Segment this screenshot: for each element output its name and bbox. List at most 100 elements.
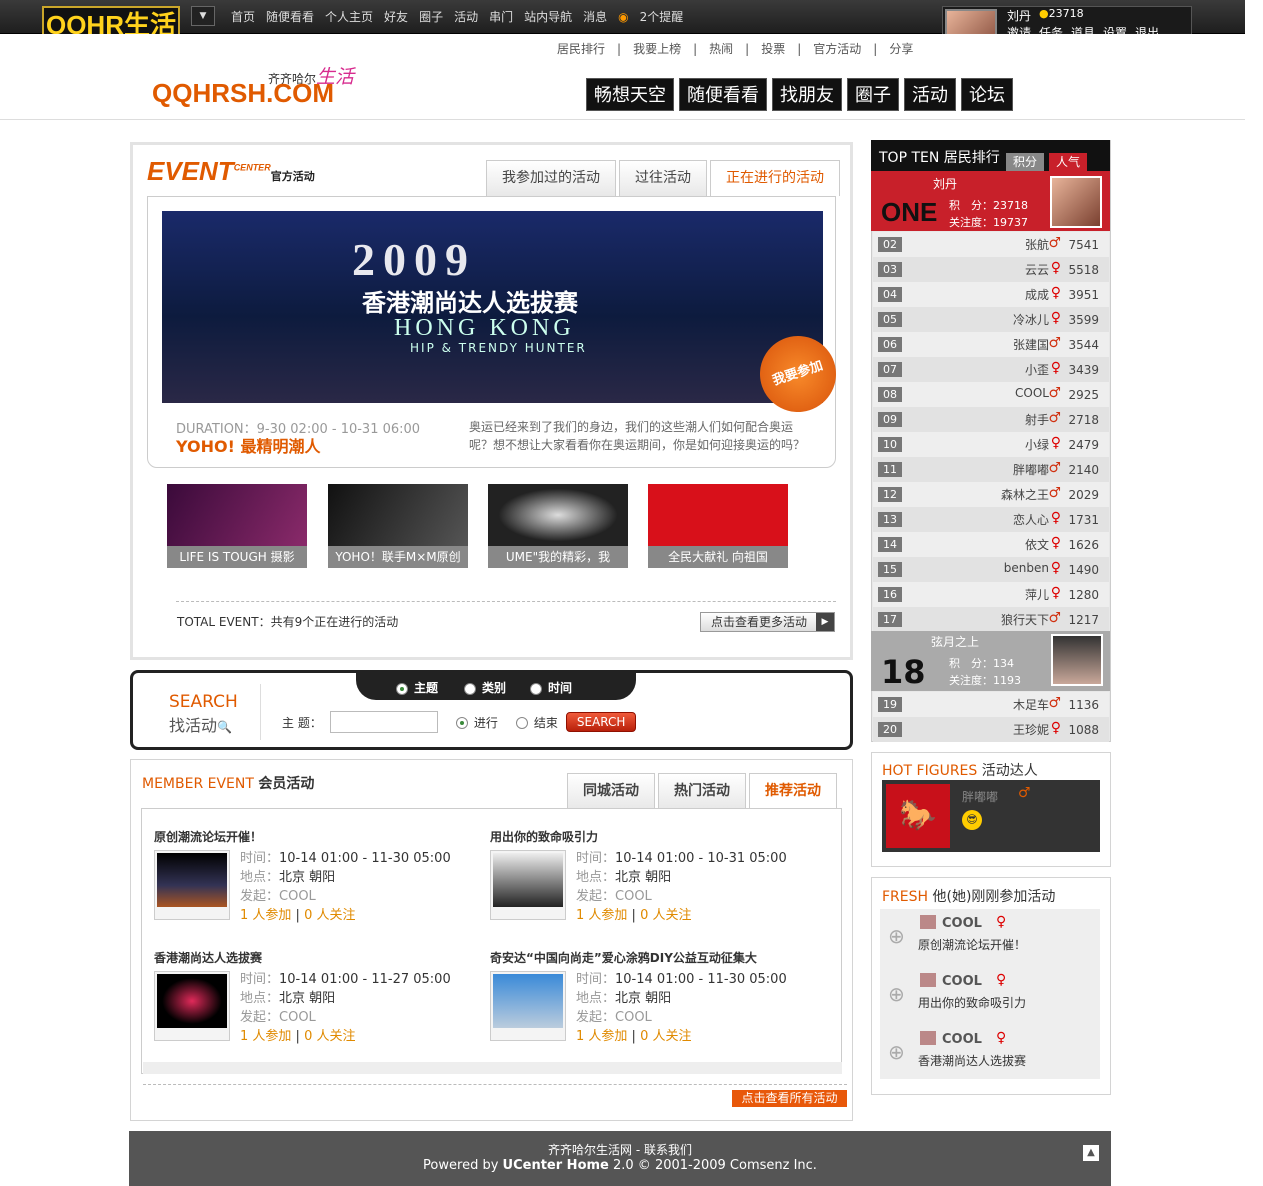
event-thumb[interactable]: LIFE IS TOUGH 摄影 [167,484,307,568]
event-banner[interactable]: 2009 香港潮尚达人选拔赛 HONG KONG HIP & TRENDY HU… [162,211,823,403]
event-thumb[interactable]: 全民大献礼 向祖国 [648,484,788,568]
site-logo[interactable]: QQHRSH.COM [152,78,334,109]
search-type-category[interactable]: 类别 [464,679,506,696]
search-type-topic[interactable]: 主题 [396,679,438,696]
tab-recommended-events[interactable]: 推荐活动 [749,773,837,809]
mainnav-groups[interactable]: 圈子 [847,78,899,111]
ranking-row[interactable]: 15 benben ♀ 1490 [873,557,1109,582]
tab-joined-events[interactable]: 我参加过的活动 [486,160,616,196]
tab-popularity[interactable]: 人气 [1049,153,1087,171]
ranking-row[interactable]: 11 胖嘟嘟 ♂ 2140 [873,457,1109,482]
rank-name[interactable]: 冷冰儿 [1013,311,1049,328]
ranking-row[interactable]: 12 森林之王 ♂ 2029 [873,482,1109,507]
ranking-row[interactable]: 16 萍儿 ♀ 1280 [873,582,1109,607]
rank-name[interactable]: 成成 [1025,286,1049,303]
all-events-button[interactable]: 点击查看所有活动 [732,1090,847,1107]
fresh-item[interactable]: ⊕ COOL ♀ 原创潮流论坛开催！ [886,914,1096,966]
nav-messages[interactable]: 消息 [583,10,607,24]
status-ended[interactable]: 结束 [515,714,558,731]
avatar[interactable] [920,973,936,987]
footer-links[interactable]: 齐齐哈尔生活网 - 联系我们 [129,1141,1111,1158]
fresh-user[interactable]: COOL [942,916,982,931]
event-thumb[interactable]: UME"我的精彩，我 [488,484,628,568]
nav-browse[interactable]: 随便看看 [266,10,314,24]
item-image[interactable] [490,971,566,1041]
rank-name[interactable]: 狼行天下 [1001,611,1049,628]
event-headline[interactable]: YOHO! 最精明潮人 [176,433,320,457]
rank-name[interactable]: 恋人心 [1013,511,1049,528]
tab-hot-events[interactable]: 热门活动 [658,773,746,809]
subnav-share[interactable]: 分享 [889,42,913,56]
mainnav-sky[interactable]: 畅想天空 [586,78,674,111]
footer-brand-link[interactable]: UCenter Home [503,1158,609,1173]
rank-name[interactable]: 张航 [1025,236,1049,253]
ranking-row[interactable]: 02 张航 ♂ 7541 [873,232,1109,257]
subnav-official-events[interactable]: 官方活动 [813,42,861,56]
nav-reminders[interactable]: ◉ 2个提醒 [618,10,694,24]
tab-local-events[interactable]: 同城活动 [567,773,655,809]
fresh-event[interactable]: 原创潮流论坛开催！ [918,936,1026,953]
rank-name[interactable]: 木足车 [1013,696,1049,713]
topic-input[interactable] [329,711,438,733]
search-button[interactable]: SEARCH [565,712,637,732]
nav-visit[interactable]: 串门 [489,10,513,24]
joined-count[interactable]: 1 人参加 [240,908,291,923]
search-type-time[interactable]: 时间 [530,679,572,696]
follow-count[interactable]: 0 人关注 [640,1029,691,1044]
tab-score[interactable]: 积分 [1006,153,1044,171]
user-name[interactable]: 刘丹 [1007,7,1031,24]
fresh-event[interactable]: 香港潮尚达人选拔赛 [918,1052,1026,1069]
subnav-ranking[interactable]: 居民排行 [557,42,605,56]
tab-past-events[interactable]: 过往活动 [619,160,707,196]
nav-events[interactable]: 活动 [454,10,478,24]
status-ongoing[interactable]: 进行 [455,714,498,731]
ranking-row[interactable]: 19 木足车 ♂ 1136 [873,692,1109,717]
item-title[interactable]: 用出你的致命吸引力 [490,828,820,845]
ranking-row[interactable]: 10 小绿 ♀ 2479 [873,432,1109,457]
ranking-row[interactable]: 17 狼行天下 ♂ 1217 [873,607,1109,632]
tab-ongoing-events[interactable]: 正在进行的活动 [710,160,840,196]
item-image[interactable] [154,850,230,920]
subnav-get-listed[interactable]: 我要上榜 [633,42,681,56]
item-title[interactable]: 香港潮尚达人选拔赛 [154,949,484,966]
follow-count[interactable]: 0 人关注 [304,908,355,923]
joined-count[interactable]: 1 人参加 [576,1029,627,1044]
fresh-item[interactable]: ⊕ COOL ♀ 香港潮尚达人选拔赛 [886,1030,1096,1082]
event-thumb[interactable]: YOHO！联手M×M原创 [328,484,468,568]
ranking-row[interactable]: 20 王珍妮 ♀ 1088 [873,717,1109,742]
ranking-row[interactable]: 07 小歪 ♀ 3439 [873,357,1109,382]
nav-profile[interactable]: 个人主页 [325,10,373,24]
follow-count[interactable]: 0 人关注 [640,908,691,923]
ranking-row[interactable]: 13 恋人心 ♀ 1731 [873,507,1109,532]
item-image[interactable] [490,850,566,920]
rank-name[interactable]: 胖嘟嘟 [1013,461,1049,478]
fresh-user[interactable]: COOL [942,1032,982,1047]
joined-count[interactable]: 1 人参加 [576,908,627,923]
item-title[interactable]: 原创潮流论坛开催！ [154,828,484,845]
ranking-row[interactable]: 06 张建国 ♂ 3544 [873,332,1109,357]
item-image[interactable] [154,971,230,1041]
mainnav-events[interactable]: 活动 [904,78,956,111]
item-title[interactable]: 奇安达“中国向尚走”爱心涂鸦DIY公益互动征集大 [490,949,820,966]
rank-name[interactable]: 依文 [1025,536,1049,553]
ranking-row[interactable]: 08 COOL ♂ 2925 [873,382,1109,407]
rank-name[interactable]: 张建国 [1013,336,1049,353]
avatar[interactable] [1050,176,1102,228]
follow-count[interactable]: 0 人关注 [304,1029,355,1044]
rank-name[interactable]: 射手 [1025,411,1049,428]
ranking-row[interactable]: 09 射手 ♂ 2718 [873,407,1109,432]
joined-count[interactable]: 1 人参加 [240,1029,291,1044]
ranking-row[interactable]: 14 依文 ♀ 1626 [873,532,1109,557]
nav-sitemap[interactable]: 站内导航 [524,10,572,24]
fresh-item[interactable]: ⊕ COOL ♀ 用出你的致命吸引力 [886,972,1096,1024]
rank-name[interactable]: 森林之王 [1001,486,1049,503]
menu-dropdown-button[interactable]: ▼ [191,6,215,26]
ranking-row[interactable]: 04 成成 ♀ 3951 [873,282,1109,307]
rank-name[interactable]: 小绿 [1025,436,1049,453]
rank-name[interactable]: 萍儿 [1025,586,1049,603]
ranking-row[interactable]: 03 云云 ♀ 5518 [873,257,1109,282]
avatar[interactable] [1051,634,1103,686]
avatar[interactable]: 🐎 [886,784,950,848]
rank-name[interactable]: 云云 [1025,261,1049,278]
back-to-top-icon[interactable]: ▲ [1083,1145,1099,1161]
